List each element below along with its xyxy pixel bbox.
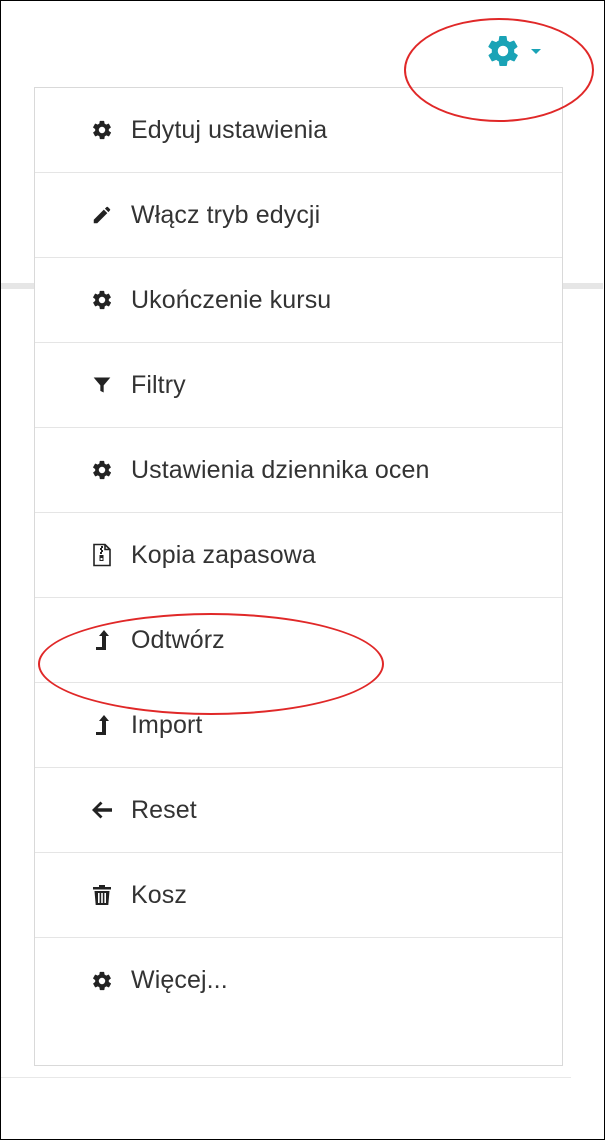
menu-item-label: Reset: [131, 795, 197, 824]
gear-icon: [90, 288, 114, 312]
menu-item-restore[interactable]: Odtwórz: [35, 598, 562, 683]
menu-item-label: Kosz: [131, 880, 187, 909]
settings-menu-toggle[interactable]: [485, 33, 541, 69]
menu-item-backup[interactable]: Kopia zapasowa: [35, 513, 562, 598]
menu-item-label: Odtwórz: [131, 625, 225, 654]
content-divider: [1, 1077, 571, 1078]
archive-file-icon: [90, 543, 114, 567]
menu-item-label: Filtry: [131, 370, 186, 399]
menu-item-toggle-editing[interactable]: Włącz tryb edycji: [35, 173, 562, 258]
menu-item-label: Kopia zapasowa: [131, 540, 316, 569]
pencil-icon: [90, 203, 114, 227]
gear-icon: [90, 969, 114, 993]
trash-icon: [90, 883, 114, 907]
menu-item-label: Ustawienia dziennika ocen: [131, 455, 430, 484]
menu-item-label: Włącz tryb edycji: [131, 200, 321, 229]
menu-item-course-completion[interactable]: Ukończenie kursu: [35, 258, 562, 343]
gear-icon: [90, 118, 114, 142]
menu-item-gradebook-setup[interactable]: Ustawienia dziennika ocen: [35, 428, 562, 513]
menu-item-reset[interactable]: Reset: [35, 768, 562, 853]
menu-item-label: Więcej...: [131, 966, 228, 994]
gear-icon: [485, 33, 521, 69]
menu-item-label: Import: [131, 710, 203, 739]
menu-item-import[interactable]: Import: [35, 683, 562, 768]
menu-item-filters[interactable]: Filtry: [35, 343, 562, 428]
menu-item-more[interactable]: Więcej...: [35, 938, 562, 1023]
menu-item-label: Ukończenie kursu: [131, 285, 332, 314]
caret-down-icon: [531, 48, 541, 54]
arrow-left-icon: [90, 798, 114, 822]
menu-item-edit-settings[interactable]: Edytuj ustawienia: [35, 88, 562, 173]
gear-icon: [90, 458, 114, 482]
filter-icon: [90, 373, 114, 397]
upload-arrow-icon: [90, 628, 114, 652]
settings-dropdown-menu: Edytuj ustawienia Włącz tryb edycji Ukoń…: [34, 87, 563, 1066]
menu-item-recycle-bin[interactable]: Kosz: [35, 853, 562, 938]
menu-item-label: Edytuj ustawienia: [131, 115, 328, 144]
upload-arrow-icon: [90, 713, 114, 737]
